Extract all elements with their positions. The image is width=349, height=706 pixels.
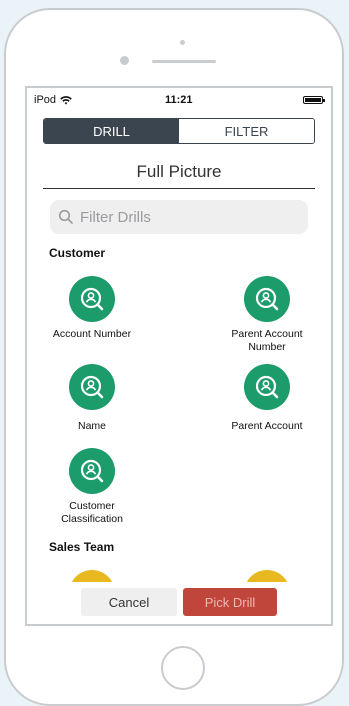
title-divider xyxy=(43,188,315,189)
user-search-icon xyxy=(255,287,279,311)
drill-item-name[interactable]: Name xyxy=(27,364,157,433)
camera-dot xyxy=(180,40,185,45)
page-title: Full Picture xyxy=(136,162,222,181)
drill-label: Parent Account Number xyxy=(231,328,303,353)
user-search-icon xyxy=(255,375,279,399)
battery-icon xyxy=(303,96,325,104)
action-bar: Cancel Pick Drill xyxy=(27,582,331,624)
drill-item-customer-classification[interactable]: Customer Classification xyxy=(27,448,157,526)
speaker-grille xyxy=(152,60,216,63)
drill-circle xyxy=(69,276,115,322)
search-bar[interactable] xyxy=(50,200,308,234)
app-screen: iPod 11:21 DRILL FILTER Full Picture Cus… xyxy=(25,86,333,626)
front-sensor xyxy=(120,56,129,65)
drill-label: Account Number xyxy=(52,328,132,340)
drill-label: Customer Classification xyxy=(61,500,123,525)
drill-item-parent-account-number[interactable]: Parent Account Number xyxy=(202,276,331,354)
drill-circle xyxy=(244,364,290,410)
section-title-customer: Customer xyxy=(49,246,106,260)
drill-label: Name xyxy=(77,420,106,432)
wifi-icon xyxy=(60,95,72,104)
cancel-button[interactable]: Cancel xyxy=(81,588,177,616)
drill-circle xyxy=(244,276,290,322)
section-title-sales-team: Sales Team xyxy=(49,540,115,554)
carrier-label: iPod xyxy=(34,94,57,106)
status-bar: iPod 11:21 xyxy=(27,88,331,110)
tab-filter[interactable]: FILTER xyxy=(179,119,314,143)
status-time: 11:21 xyxy=(165,94,193,106)
user-search-icon xyxy=(80,459,104,483)
user-search-icon xyxy=(80,375,104,399)
search-icon xyxy=(58,209,73,224)
pick-drill-button[interactable]: Pick Drill xyxy=(183,588,277,616)
drill-filter-segmented-control: DRILL FILTER xyxy=(43,118,315,144)
user-search-icon xyxy=(80,287,104,311)
search-input[interactable] xyxy=(78,207,302,227)
carrier: iPod xyxy=(34,94,72,106)
tab-drill[interactable]: DRILL xyxy=(44,119,179,143)
drill-item-account-number[interactable]: Account Number xyxy=(27,276,157,341)
drill-circle xyxy=(69,364,115,410)
drill-circle xyxy=(69,448,115,494)
drill-label: Parent Account xyxy=(231,420,303,432)
home-button[interactable] xyxy=(161,646,205,690)
drill-item-parent-account[interactable]: Parent Account xyxy=(202,364,331,433)
